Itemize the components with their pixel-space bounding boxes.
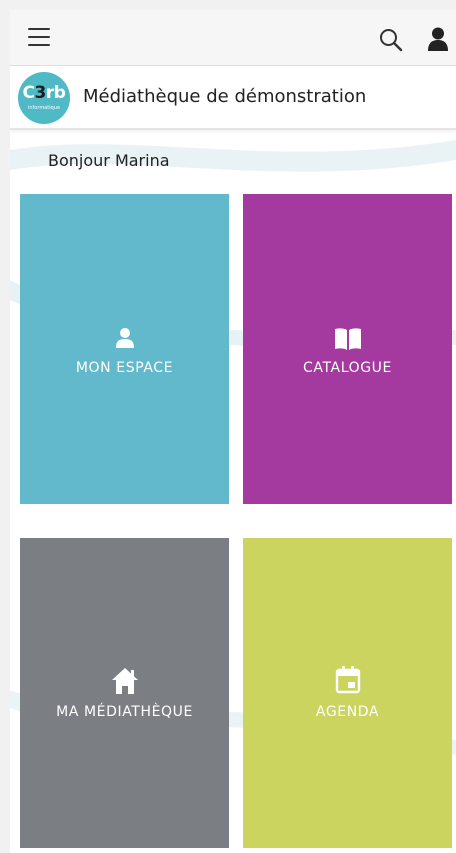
home-icon — [20, 667, 229, 695]
open-book-icon — [243, 327, 452, 351]
c3rb-logo[interactable]: C3rb informatique — [18, 72, 70, 124]
tile-agenda[interactable]: AGENDA — [243, 538, 452, 848]
logo-tagline: informatique — [27, 105, 61, 111]
site-title: Médiathèque de démonstration — [83, 86, 367, 107]
search-icon[interactable] — [378, 27, 404, 53]
app-screen: C3rb informatique Médiathèque de démonst… — [10, 10, 456, 853]
tile-label: MON ESPACE — [75, 360, 174, 376]
tile-mon-espace[interactable]: MON ESPACE — [20, 194, 229, 504]
hamburger-menu-icon[interactable] — [28, 28, 50, 46]
tile-label: CATALOGUE — [303, 360, 392, 376]
calendar-icon — [243, 665, 452, 695]
greeting-text: Bonjour Marina — [48, 151, 170, 170]
site-header: C3rb informatique Médiathèque de démonst… — [10, 67, 456, 130]
tile-ma-mediatheque[interactable]: MA MÉDIATHÈQUE — [20, 538, 229, 848]
user-icon — [20, 327, 229, 349]
tile-label: MA MÉDIATHÈQUE — [56, 704, 193, 720]
user-icon[interactable] — [426, 26, 450, 52]
top-app-bar — [10, 10, 456, 66]
tile-catalogue[interactable]: CATALOGUE — [243, 194, 452, 504]
logo-wordmark: C3rb — [22, 83, 66, 103]
tile-label: AGENDA — [315, 704, 380, 720]
